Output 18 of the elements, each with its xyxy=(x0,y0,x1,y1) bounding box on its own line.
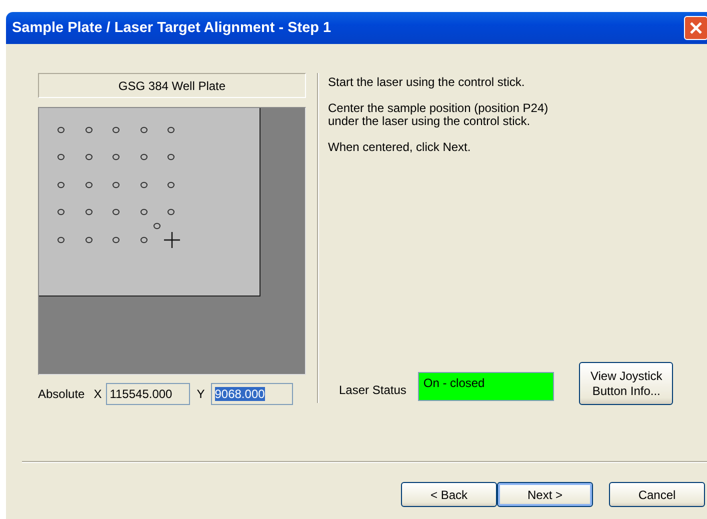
y-field[interactable]: 9068.000 xyxy=(210,383,293,405)
laser-status-label: Laser Status xyxy=(339,382,406,396)
x-label: X xyxy=(94,387,102,401)
instruction-text: Start the laser using the control stick. xyxy=(328,76,526,89)
instruction-text: Center the sample position (position P24) under the laser using the control stick. xyxy=(328,102,550,128)
wizard-button[interactable]: Next > xyxy=(497,482,593,507)
view-joystick-button[interactable]: View Joystick Button Info... xyxy=(579,362,674,405)
x-field[interactable]: 115545.000 xyxy=(106,383,190,405)
wizard-button[interactable]: Cancel xyxy=(609,482,705,507)
close-icon[interactable] xyxy=(684,16,707,40)
instruction-text: When centered, click Next. xyxy=(328,141,472,154)
crosshair-icon xyxy=(163,231,181,249)
y-label: Y xyxy=(196,387,205,401)
wizard-button[interactable]: < Back xyxy=(401,482,497,507)
plate-name-label: GSG 384 Well Plate xyxy=(38,73,306,98)
absolute-label: Absolute xyxy=(38,387,85,401)
window-title: Sample Plate / Laser Target Alignment - Step 1 xyxy=(12,20,332,36)
laser-status-field: On - closed xyxy=(418,372,554,401)
